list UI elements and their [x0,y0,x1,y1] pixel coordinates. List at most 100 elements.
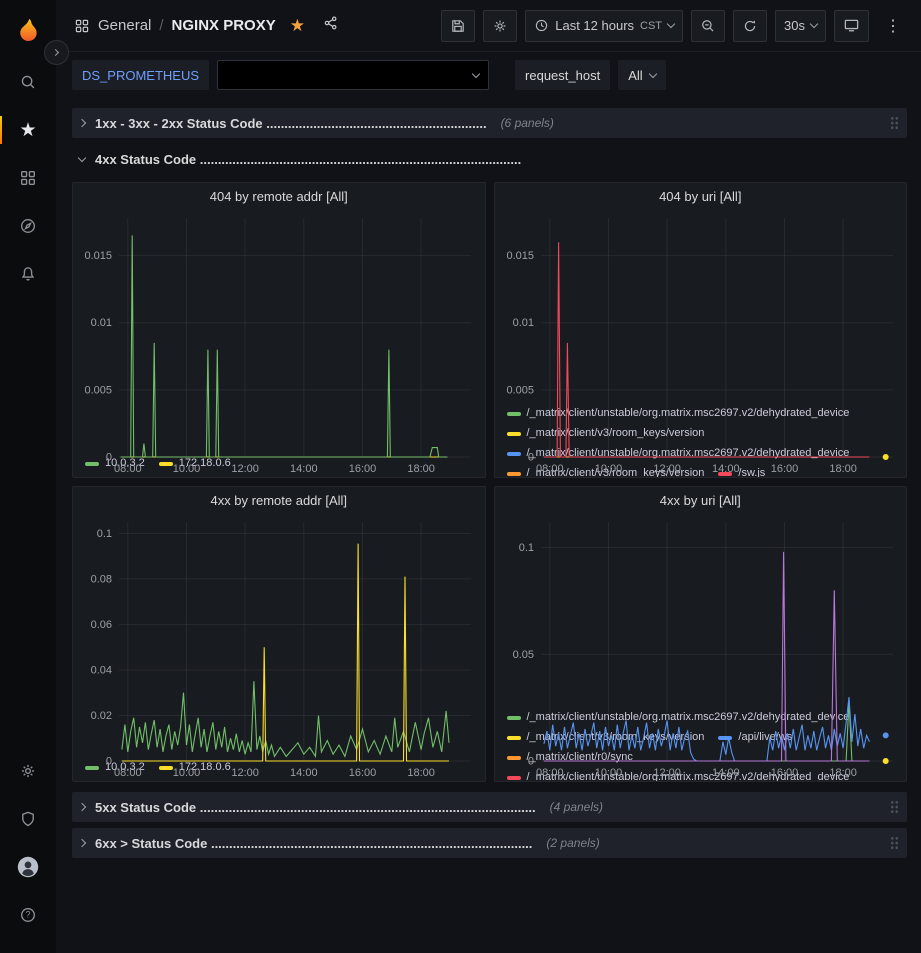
svg-text:0: 0 [527,452,533,464]
svg-text:08:00: 08:00 [114,767,142,779]
svg-text:16:00: 16:00 [770,463,798,475]
time-series-chart[interactable]: 00.0050.010.01508:0010:0012:0014:0016:00… [73,210,485,453]
dashboards-grid-icon [19,169,37,187]
sidebar-item-search[interactable] [0,58,56,106]
datasource-variable-label[interactable]: DS_PROMETHEUS [72,60,209,90]
drag-handle-icon[interactable] [890,800,899,814]
svg-text:14:00: 14:00 [712,463,740,475]
svg-text:0: 0 [527,756,533,768]
grafana-flame-icon [14,17,42,43]
drag-handle-icon[interactable] [890,116,899,130]
svg-text:18:00: 18:00 [829,463,857,475]
svg-text:12:00: 12:00 [653,767,681,779]
chart-canvas: 00.0050.010.01508:0010:0012:0014:0016:00… [495,210,907,475]
time-series-chart[interactable]: 00.0050.010.01508:0010:0012:0014:0016:00… [495,210,907,403]
refresh-button[interactable] [733,10,767,42]
svg-text:0.02: 0.02 [91,710,112,722]
sidebar-item-server-admin[interactable] [0,795,56,843]
request-host-variable-select[interactable]: All [618,60,665,90]
dashboard-settings-button[interactable] [483,10,517,42]
svg-text:0.1: 0.1 [518,542,533,554]
sidebar-item-configuration[interactable] [0,747,56,795]
svg-text:14:00: 14:00 [712,767,740,779]
refresh-icon [742,18,758,34]
panel-title[interactable]: 404 by uri [All] [495,183,907,210]
request-host-variable-value: All [628,68,642,83]
panel-title[interactable]: 404 by remote addr [All] [73,183,485,210]
panel-title[interactable]: 4xx by uri [All] [495,487,907,514]
star-icon: ★ [19,121,36,140]
chevron-down-icon [810,20,818,28]
time-range-picker[interactable]: Last 12 hours CST [525,10,683,42]
row-title: 4xx Status Code ........................… [95,152,521,167]
row-panel-count: (2 panels) [546,836,599,850]
row-6xx-status-code[interactable]: 6xx > Status Code ......................… [72,828,907,858]
dashboard-toolbar: Last 12 hours CST 30s [441,10,909,42]
chart-canvas: 00.0050.010.01508:0010:0012:0014:0016:00… [73,210,485,475]
panel-404-by-remote-addr: 404 by remote addr [All] 00.0050.010.015… [72,182,486,478]
shield-icon [19,810,37,828]
svg-text:08:00: 08:00 [536,463,564,475]
sidebar-item-alerting[interactable] [0,250,56,298]
dashboard-header: General / NGINX PROXY ★ [56,0,921,52]
variables-bar: DS_PROMETHEUS request_host All [56,52,921,98]
svg-text:10:00: 10:00 [594,463,622,475]
save-icon [450,18,466,34]
cycle-view-mode-button[interactable] [834,10,869,42]
favorite-star-icon[interactable]: ★ [290,17,305,34]
svg-text:0.05: 0.05 [512,649,533,661]
svg-text:12:00: 12:00 [653,463,681,475]
svg-text:0: 0 [106,452,112,464]
gear-icon [19,762,37,780]
refresh-interval-picker[interactable]: 30s [775,10,826,42]
sidebar-item-help[interactable]: ? [0,891,56,939]
gear-icon [492,18,508,34]
search-icon [19,73,37,91]
svg-text:18:00: 18:00 [829,767,857,779]
svg-text:0.06: 0.06 [91,619,112,631]
svg-text:10:00: 10:00 [173,767,201,779]
svg-text:0.015: 0.015 [84,250,112,262]
datasource-variable-select[interactable] [217,60,489,90]
share-button[interactable] [323,15,339,36]
row-panel-count: (6 panels) [501,116,554,130]
row-title: 6xx > Status Code ......................… [95,836,532,851]
dashboard-title[interactable]: NGINX PROXY [172,17,276,34]
grafana-app: ★ [0,0,921,953]
svg-text:0.015: 0.015 [506,250,534,262]
svg-text:0: 0 [106,756,112,768]
sidebar-item-profile[interactable] [0,843,56,891]
sidebar-item-dashboards[interactable] [0,154,56,202]
more-options-button[interactable]: ⋮ [877,10,909,42]
dashboard-canvas: 1xx - 3xx - 2xx Status Code ............… [56,98,921,953]
row-title: 1xx - 3xx - 2xx Status Code ............… [95,116,487,131]
tv-icon [843,17,860,34]
svg-text:0.01: 0.01 [91,317,112,329]
svg-text:16:00: 16:00 [349,767,377,779]
chevron-down-icon [648,69,656,77]
share-icon [323,15,339,31]
breadcrumb: General / NGINX PROXY ★ [74,15,339,36]
row-4xx-status-code[interactable]: 4xx Status Code ........................… [72,144,907,174]
time-series-chart[interactable]: 00.020.040.060.080.108:0010:0012:0014:00… [73,514,485,757]
chart-canvas: 00.020.040.060.080.108:0010:0012:0014:00… [73,514,485,779]
request-host-variable-label[interactable]: request_host [515,60,610,90]
zoom-out-time-button[interactable] [691,10,725,42]
time-series-chart[interactable]: 00.050.108:0010:0012:0014:0016:0018:00 [495,514,907,707]
row-1xx-3xx-2xx-status-code[interactable]: 1xx - 3xx - 2xx Status Code ............… [72,108,907,138]
svg-text:0.04: 0.04 [91,665,112,677]
sidebar-expand-button[interactable] [44,40,69,65]
row-5xx-status-code[interactable]: 5xx Status Code ........................… [72,792,907,822]
svg-text:14:00: 14:00 [290,463,318,475]
panel-title[interactable]: 4xx by remote addr [All] [73,487,485,514]
breadcrumb-section[interactable]: General [98,17,151,34]
sidebar-item-explore[interactable] [0,202,56,250]
svg-text:12:00: 12:00 [231,463,259,475]
save-dashboard-button[interactable] [441,10,475,42]
kebab-icon: ⋮ [885,16,901,36]
drag-handle-icon[interactable] [890,836,899,850]
sidebar-item-starred[interactable]: ★ [0,106,56,154]
panel-4xx-by-remote-addr: 4xx by remote addr [All] 00.020.040.060.… [72,486,486,782]
clock-icon [534,18,549,33]
bell-icon [19,265,37,283]
